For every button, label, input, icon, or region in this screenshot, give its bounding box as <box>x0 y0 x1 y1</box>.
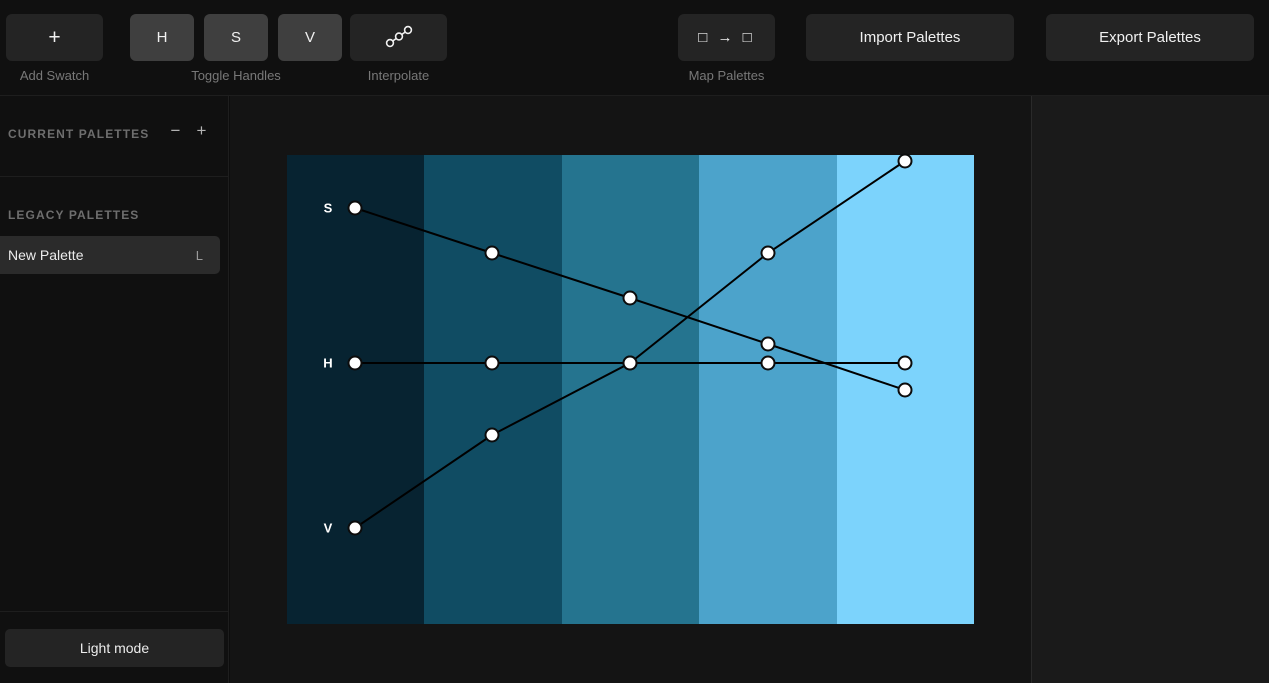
handle-v-3[interactable] <box>760 245 776 261</box>
tool-group-add-swatch: + Add Swatch <box>6 14 103 83</box>
add-palette-button[interactable]: + <box>193 122 210 139</box>
tool-group-export: Export Palettes <box>1046 14 1254 61</box>
interpolate-caption: Interpolate <box>367 68 430 83</box>
handle-h-4[interactable] <box>897 355 913 371</box>
list-item[interactable]: New Palette L <box>0 236 220 274</box>
canvas-area: SHV <box>230 96 1031 683</box>
handle-h-3[interactable] <box>760 355 776 371</box>
sidebar-footer: Light mode <box>0 611 229 683</box>
handle-h-1[interactable] <box>484 355 500 371</box>
handle-v-4[interactable] <box>897 153 913 169</box>
toggle-handle-v-button[interactable]: V <box>278 14 342 61</box>
palette-item-name: New Palette <box>8 247 84 263</box>
map-arrow-icon: □ → □ <box>698 29 755 46</box>
theme-toggle-button[interactable]: Light mode <box>5 628 224 667</box>
export-palettes-button[interactable]: Export Palettes <box>1046 14 1254 61</box>
map-palettes-button[interactable]: □ → □ <box>678 14 775 61</box>
toggle-handle-h-button[interactable]: H <box>130 14 194 61</box>
right-panel <box>1031 96 1269 683</box>
toolbar: + Add Swatch H S V Toggle Handles Interp… <box>0 0 1269 96</box>
handle-s-1[interactable] <box>484 245 500 261</box>
handle-s-2[interactable] <box>622 290 638 306</box>
current-palettes-actions: − + <box>167 122 210 139</box>
app-root: + Add Swatch H S V Toggle Handles Interp… <box>0 0 1269 683</box>
handle-s-0[interactable] <box>347 200 363 216</box>
handle-v-1[interactable] <box>484 427 500 443</box>
legacy-palettes-title: LEGACY PALETTES <box>8 208 140 222</box>
curve-lines <box>354 160 906 529</box>
curve-line <box>354 160 906 529</box>
handle-s-3[interactable] <box>760 336 776 352</box>
handle-s-4[interactable] <box>897 382 913 398</box>
remove-palette-button[interactable]: − <box>167 122 184 139</box>
palette-curve-chart[interactable]: SHV <box>287 153 974 624</box>
current-palettes-title: CURRENT PALETTES <box>8 127 150 141</box>
import-palettes-button[interactable]: Import Palettes <box>806 14 1014 61</box>
plus-icon: + <box>48 26 61 49</box>
sidebar: CURRENT PALETTES − + LEGACY PALETTES New… <box>0 96 229 683</box>
toggle-handles-caption: Toggle Handles <box>191 68 281 83</box>
current-palettes-section: CURRENT PALETTES − + <box>0 96 228 177</box>
toggle-handle-s-button[interactable]: S <box>204 14 268 61</box>
handle-v-2[interactable] <box>622 355 638 371</box>
palette-item-key: L <box>195 247 203 263</box>
tool-group-import: Import Palettes <box>806 14 1014 61</box>
add-swatch-button[interactable]: + <box>6 14 103 61</box>
tool-group-toggle-handles: H S V Toggle Handles <box>130 14 342 83</box>
handle-v-0[interactable] <box>347 520 363 536</box>
add-swatch-caption: Add Swatch <box>19 68 90 83</box>
map-palettes-caption: Map Palettes <box>688 68 765 83</box>
handle-h-0[interactable] <box>347 355 363 371</box>
interpolate-button[interactable] <box>350 14 447 61</box>
interpolate-icon <box>384 23 414 53</box>
tool-group-map-palettes: □ → □ Map Palettes <box>678 14 775 83</box>
tool-group-interpolate: Interpolate <box>350 14 447 83</box>
